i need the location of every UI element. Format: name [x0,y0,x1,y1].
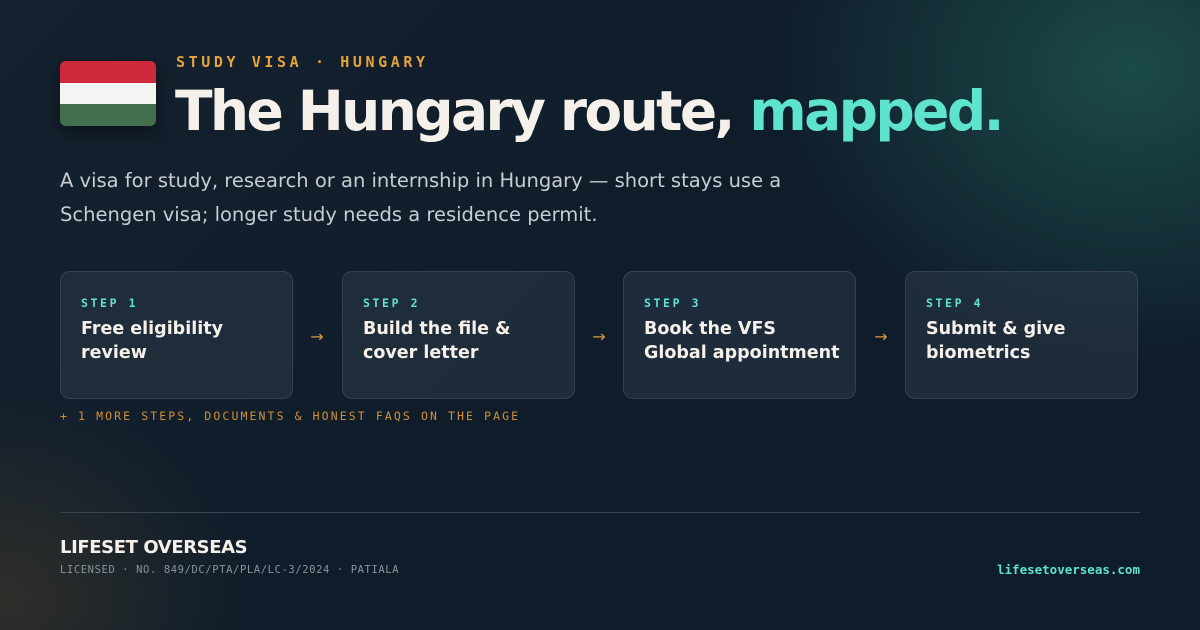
arrow-right-icon: → [592,327,606,346]
eyebrow-label: STUDY VISA · HUNGARY [176,53,429,71]
footer-divider [60,512,1140,513]
step-card-3: STEP 3 Book the VFS Global appointment [623,271,856,399]
step-title: Free eligibility review [81,319,223,363]
step-card-2: STEP 2 Build the file & cover letter [342,271,575,399]
steps-row: STEP 1 Free eligibility review → STEP 2 … [60,271,1140,401]
step-title: Build the file & cover letter [363,319,511,363]
page-title: The Hungary route, mapped. [175,76,1005,146]
headline-main: The Hungary route, [175,79,750,143]
step-title: Book the VFS Global appointment [644,319,840,363]
arrow-right-icon: → [874,327,888,346]
flag-stripe-white [60,82,156,105]
brand-name: LIFESET OVERSEAS [60,537,248,558]
license-text: LICENSED · NO. 849/DC/PTA/PLA/LC-3/2024 … [60,564,400,576]
step-label: STEP 1 [81,296,139,310]
intro-paragraph: A visa for study, research or an interns… [60,169,782,226]
flag-stripe-red [60,61,156,83]
step-title: Submit & give biometrics [926,319,1066,363]
more-steps-note: + 1 MORE STEPS, DOCUMENTS & HONEST FAQS … [60,409,521,423]
step-card-4: STEP 4 Submit & give biometrics [905,271,1138,399]
site-url: lifesetoverseas.com [997,562,1140,577]
step-label: STEP 3 [644,296,702,310]
step-card-1: STEP 1 Free eligibility review [60,271,293,399]
flag-stripe-green [60,104,156,126]
step-label: STEP 2 [363,296,421,310]
step-label: STEP 4 [926,296,984,310]
headline-accent: mapped. [749,79,1004,143]
hungary-flag-icon [60,61,156,126]
arrow-right-icon: → [310,327,324,346]
